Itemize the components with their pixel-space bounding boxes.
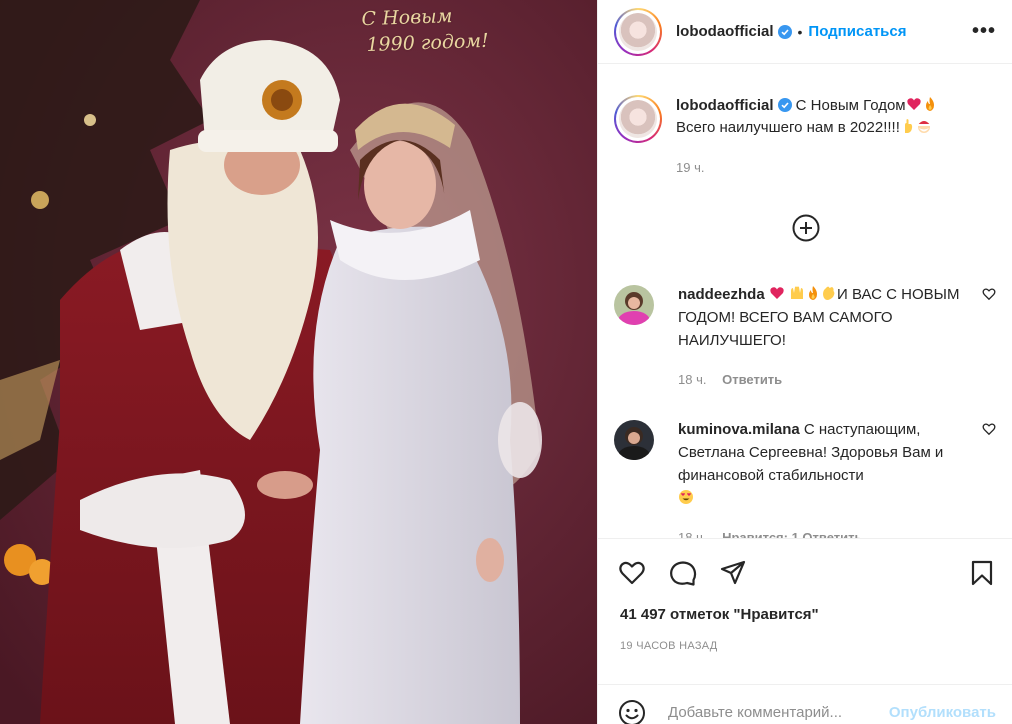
reply-button[interactable]: Нравится: 1 Ответить: [722, 530, 862, 538]
caption-avatar[interactable]: [614, 95, 662, 143]
photo-handwriting: С Новым 1990 годом!: [361, 2, 489, 58]
red-heart-emoji-icon: [906, 98, 921, 110]
fire-emoji-icon: [925, 97, 934, 111]
comment-time[interactable]: 18 ч.: [678, 372, 706, 387]
caption-text-line-2: Всего наилучшего нам в 2022!!!!: [676, 119, 900, 136]
post-timestamp[interactable]: 19 ЧАСОВ НАЗАД: [620, 640, 718, 652]
post-side-panel: lobodaofficial • Подписаться ••• lobodao…: [597, 0, 1012, 724]
caption-username[interactable]: lobodaofficial: [676, 97, 774, 114]
comment-time[interactable]: 18 ч.: [678, 530, 706, 538]
commenter-avatar[interactable]: [614, 420, 654, 460]
like-comment-heart-icon[interactable]: [982, 422, 996, 436]
comment-item: kuminova.milana С наступающим, Светлана …: [598, 418, 1012, 538]
caption-text-line-1: С Новым Годом: [795, 97, 906, 114]
commenter-avatar[interactable]: [614, 285, 654, 325]
post-action-bar: [598, 538, 1012, 604]
emoji-picker-icon[interactable]: [618, 699, 646, 724]
comment-username[interactable]: kuminova.milana: [678, 421, 800, 438]
handwriting-line-2: 1990 годом!: [366, 29, 490, 57]
header-separator: •: [797, 23, 803, 40]
photo-illustration: [0, 0, 597, 724]
like-heart-icon[interactable]: [618, 559, 646, 587]
comment-username[interactable]: naddeezhda: [678, 286, 765, 303]
comments-scroll-area[interactable]: lobodaofficial С Новым Годом Всего наилу…: [598, 65, 1012, 538]
post-header: lobodaofficial • Подписаться •••: [598, 0, 1012, 64]
comment-input[interactable]: [668, 704, 868, 721]
raising-hands-emoji-icon: [791, 286, 804, 299]
clapping-hands-emoji-icon: [823, 286, 835, 300]
red-heart-emoji-icon: [770, 287, 784, 299]
post-caption: lobodaofficial С Новым Годом Всего наилу…: [598, 65, 1012, 179]
more-options-icon[interactable]: •••: [972, 20, 996, 43]
like-comment-heart-icon[interactable]: [982, 287, 996, 301]
likes-count[interactable]: 41 497 отметок "Нравится": [620, 606, 819, 623]
post-photo[interactable]: С Новым 1990 годом!: [0, 0, 597, 724]
author-avatar[interactable]: [614, 7, 662, 56]
follow-button[interactable]: Подписаться: [808, 23, 906, 40]
reply-button[interactable]: Ответить: [722, 372, 782, 387]
heart-eyes-emoji-icon: [679, 490, 693, 504]
add-comment-bar: Опубликовать: [598, 684, 1012, 724]
verified-badge-icon: [777, 24, 792, 39]
author-username[interactable]: lobodaofficial: [676, 23, 774, 40]
caption-time: 19 ч.: [676, 160, 705, 175]
santa-emoji-icon: [917, 121, 930, 133]
load-more-comments-icon[interactable]: [791, 213, 821, 243]
verified-badge-icon: [777, 98, 792, 112]
crossed-fingers-emoji-icon: [904, 119, 913, 133]
fire-emoji-icon: [809, 286, 818, 300]
comment-bubble-icon[interactable]: [669, 559, 697, 587]
save-bookmark-icon[interactable]: [968, 559, 996, 587]
comment-item: naddeezhda И ВАС С НОВЫМ ГОДОМ! ВСЕГО ВА…: [598, 283, 1012, 391]
share-paper-plane-icon[interactable]: [719, 559, 747, 587]
publish-button[interactable]: Опубликовать: [889, 704, 996, 721]
